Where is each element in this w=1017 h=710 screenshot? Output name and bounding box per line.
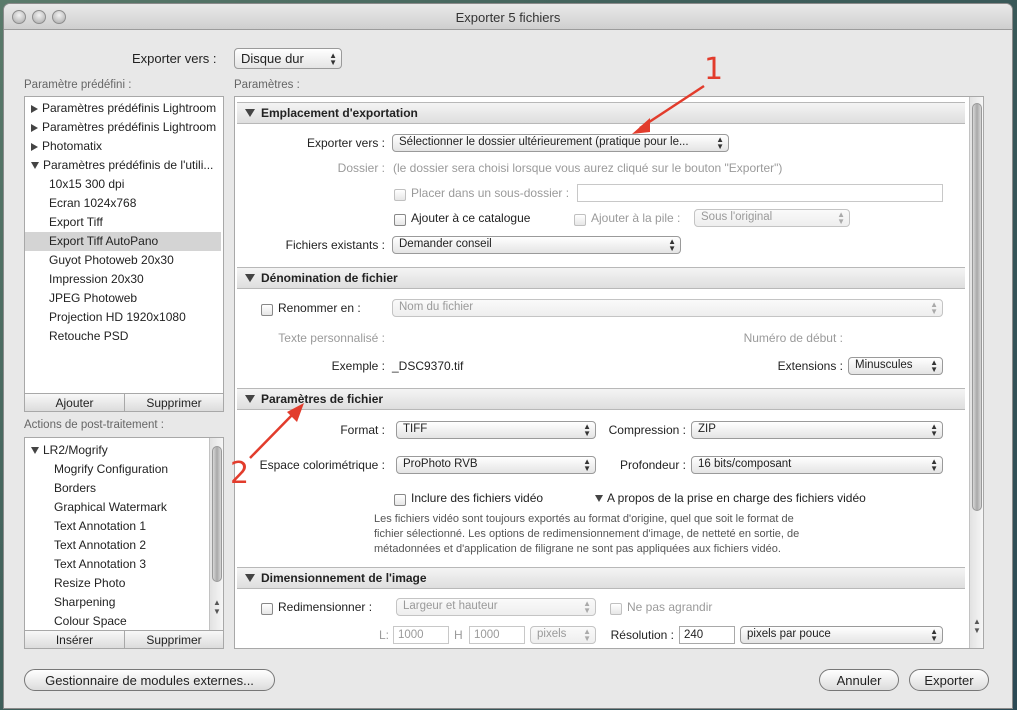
annotation-arrow-2 [249, 410, 297, 459]
annotation-number-1: 1 [704, 52, 724, 87]
export-button[interactable]: Exporter [909, 669, 989, 691]
export-dialog: Exporter 5 fichiers Exporter vers : Disq… [4, 4, 1012, 708]
cancel-button[interactable]: Annuler [819, 669, 899, 691]
annotation-arrows [249, 84, 705, 459]
annotation-number-2: 2 [230, 456, 250, 491]
plugin-manager-button[interactable]: Gestionnaire de modules externes... [24, 669, 275, 691]
annotation-arrow-1-head [632, 118, 650, 134]
